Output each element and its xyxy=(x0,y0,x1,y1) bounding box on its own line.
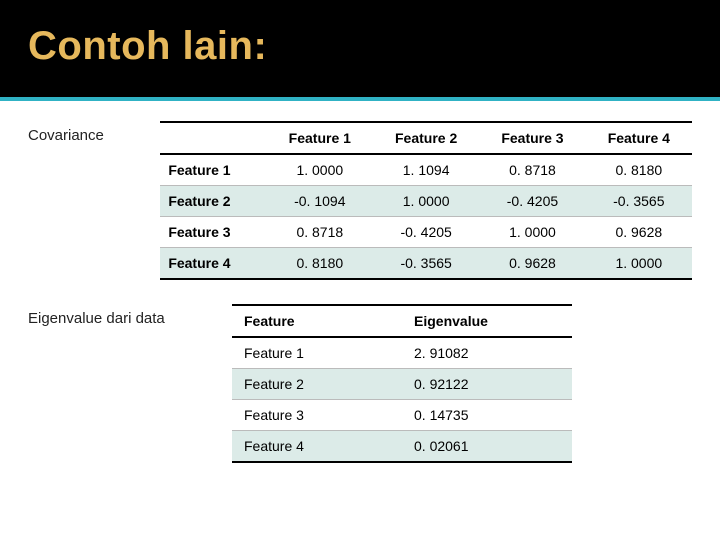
table-header-row: Feature Eigenvalue xyxy=(232,305,572,337)
row-name: Feature 3 xyxy=(160,217,266,248)
eigenvalue-label: Eigenvalue dari data xyxy=(28,310,208,327)
cell: 1. 0000 xyxy=(586,248,692,280)
cell: 0. 8718 xyxy=(267,217,373,248)
table-row: Feature 3 0. 8718 -0. 4205 1. 0000 0. 96… xyxy=(160,217,692,248)
cell: 1. 1094 xyxy=(373,154,479,186)
cell: 1. 0000 xyxy=(479,217,585,248)
eigenvalue-section: Eigenvalue dari data Feature Eigenvalue … xyxy=(28,304,692,463)
cell: 0. 8180 xyxy=(267,248,373,280)
row-name: Feature 4 xyxy=(232,431,402,463)
row-name: Feature 4 xyxy=(160,248,266,280)
page-title: Contoh lain: xyxy=(28,24,692,69)
table-header: Feature 1 xyxy=(267,122,373,154)
row-name: Feature 1 xyxy=(232,337,402,369)
covariance-table: Feature 1 Feature 2 Feature 3 Feature 4 … xyxy=(160,121,692,280)
cell: 2. 91082 xyxy=(402,337,572,369)
cell: 0. 92122 xyxy=(402,369,572,400)
table-row: Feature 2 -0. 1094 1. 0000 -0. 4205 -0. … xyxy=(160,186,692,217)
table-header: Eigenvalue xyxy=(402,305,572,337)
covariance-section: Covariance Feature 1 Feature 2 Feature 3… xyxy=(28,121,692,280)
covariance-label-col: Covariance xyxy=(28,121,136,144)
cell: 1. 0000 xyxy=(373,186,479,217)
row-name: Feature 2 xyxy=(160,186,266,217)
row-name: Feature 2 xyxy=(232,369,402,400)
covariance-label: Covariance xyxy=(28,127,136,144)
table-row: Feature 2 0. 92122 xyxy=(232,369,572,400)
table-header: Feature 4 xyxy=(586,122,692,154)
cell: -0. 4205 xyxy=(479,186,585,217)
cell: -0. 4205 xyxy=(373,217,479,248)
table-row: Feature 3 0. 14735 xyxy=(232,400,572,431)
slide-header: Contoh lain: xyxy=(0,0,720,101)
table-row: Feature 1 2. 91082 xyxy=(232,337,572,369)
table-row: Feature 1 1. 0000 1. 1094 0. 8718 0. 818… xyxy=(160,154,692,186)
cell: 0. 14735 xyxy=(402,400,572,431)
table-header: Feature 3 xyxy=(479,122,585,154)
cell: -0. 3565 xyxy=(373,248,479,280)
table-row: Feature 4 0. 8180 -0. 3565 0. 9628 1. 00… xyxy=(160,248,692,280)
cell: 0. 8718 xyxy=(479,154,585,186)
table-header: Feature 2 xyxy=(373,122,479,154)
table-header: Feature xyxy=(232,305,402,337)
cell: 0. 02061 xyxy=(402,431,572,463)
row-name: Feature 1 xyxy=(160,154,266,186)
eigenvalue-label-col: Eigenvalue dari data xyxy=(28,304,208,327)
slide-body: Covariance Feature 1 Feature 2 Feature 3… xyxy=(0,101,720,463)
eigenvalue-table: Feature Eigenvalue Feature 1 2. 91082 Fe… xyxy=(232,304,572,463)
cell: 0. 9628 xyxy=(586,217,692,248)
table-header-blank xyxy=(160,122,266,154)
cell: 1. 0000 xyxy=(267,154,373,186)
cell: 0. 9628 xyxy=(479,248,585,280)
cell: -0. 3565 xyxy=(586,186,692,217)
table-row: Feature 4 0. 02061 xyxy=(232,431,572,463)
row-name: Feature 3 xyxy=(232,400,402,431)
table-header-row: Feature 1 Feature 2 Feature 3 Feature 4 xyxy=(160,122,692,154)
slide: Contoh lain: Covariance Feature 1 Featur… xyxy=(0,0,720,540)
cell: -0. 1094 xyxy=(267,186,373,217)
cell: 0. 8180 xyxy=(586,154,692,186)
